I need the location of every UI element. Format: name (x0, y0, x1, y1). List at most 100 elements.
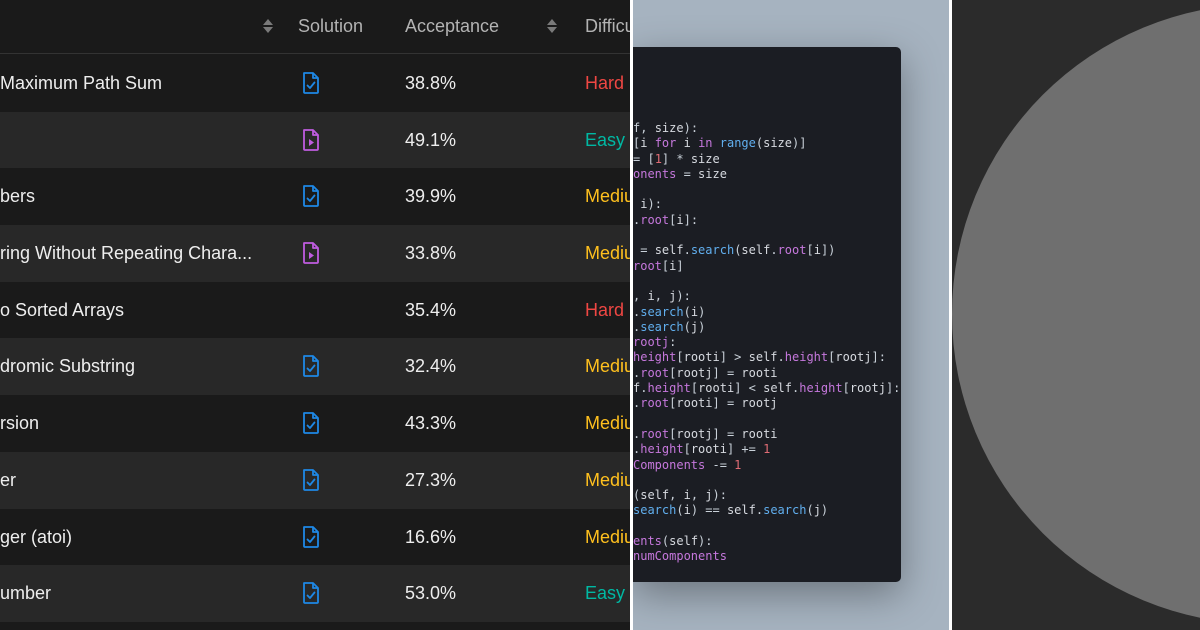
decorative-circle (952, 4, 1200, 624)
column-header-acceptance[interactable]: Acceptance (405, 16, 499, 37)
code-token: ( (806, 503, 814, 518)
table-row[interactable]: ring Without Repeating Chara... 33.8% Medi… (0, 225, 630, 282)
code-token: root (640, 212, 670, 227)
article-solution-icon[interactable] (301, 354, 321, 378)
code-token: self (669, 534, 699, 549)
code-token: rooti (690, 442, 727, 457)
code-token: ents (633, 534, 662, 549)
code-token: ] * (661, 151, 691, 166)
code-token: root (633, 258, 662, 273)
video-solution-icon[interactable] (301, 241, 321, 265)
sort-icon[interactable] (546, 17, 558, 35)
code-line: Components -= 1 (633, 458, 900, 473)
article-solution-icon[interactable] (301, 581, 321, 605)
code-token: root (640, 365, 670, 380)
code-token: ]: (683, 212, 699, 227)
problem-title[interactable]: umber (0, 583, 280, 604)
article-solution-icon[interactable] (301, 184, 321, 208)
acceptance-rate: 33.8% (405, 243, 457, 264)
table-row[interactable]: ger (atoi) 16.6% Mediu (0, 509, 630, 566)
code-token: rootj (835, 350, 872, 365)
video-solution-icon[interactable] (301, 128, 321, 152)
code-token: , (654, 289, 670, 304)
table-row[interactable]: umber 53.0% Easy (0, 565, 630, 622)
code-token: search (690, 243, 735, 258)
code-token: , (690, 488, 706, 503)
code-token: ): (712, 488, 727, 503)
table-row[interactable]: rsion 43.3% Mediu (0, 395, 630, 452)
difficulty-label: Mediu (585, 186, 630, 207)
code-panel: f, size): [i for i in range(size)] = [1] *… (633, 0, 949, 630)
article-solution-icon[interactable] (301, 411, 321, 435)
table-row[interactable]: 49.1% Easy (0, 111, 630, 169)
table-row[interactable]: Maximum Path Sum 38.8% Hard (0, 55, 630, 112)
difficulty-label: Easy (585, 583, 626, 604)
code-line: ents(self): (633, 534, 900, 549)
code-token: 1 (654, 151, 662, 166)
code-token: ]) (820, 243, 836, 258)
problem-title[interactable]: o Sorted Arrays (0, 300, 280, 321)
code-token: i (676, 136, 699, 151)
code-token: ( (676, 503, 684, 518)
code-token: ) (820, 503, 829, 518)
code-token: j (705, 488, 713, 503)
difficulty-label: Hard (585, 73, 625, 93)
code-line: .root[rooti] = rootj (633, 396, 900, 411)
code-token: ] = (712, 426, 742, 441)
sort-icon[interactable] (262, 17, 274, 35)
code-token: i (813, 243, 821, 258)
code-line: = [1] * size (633, 152, 900, 167)
article-solution-icon[interactable] (301, 525, 321, 549)
code-token: ): (698, 534, 713, 549)
acceptance-rate: 53.0% (405, 583, 457, 604)
code-line: root[i] (633, 259, 900, 274)
article-solution-icon[interactable] (301, 71, 321, 95)
acceptance-rate: 38.8% (405, 73, 457, 93)
code-token: = (633, 243, 655, 258)
problem-title[interactable]: rsion (0, 413, 280, 434)
table-row[interactable]: bers 39.9% Mediu (0, 168, 630, 225)
article-solution-icon[interactable] (301, 468, 321, 492)
code-token: search (763, 503, 807, 518)
code-line: height[rooti] > self.height[rootj]: (633, 350, 900, 365)
table-row[interactable]: er 27.3% Mediu (0, 451, 630, 509)
problem-title[interactable]: dromic Substring (0, 356, 280, 377)
code-token: f, (633, 121, 655, 135)
code-line: = self.search(self.root[i]) (633, 243, 900, 258)
code-line: rootj: (633, 335, 900, 350)
problem-title[interactable]: bers (0, 186, 280, 207)
code-token: . (777, 350, 785, 365)
code-token: . (755, 503, 764, 518)
code-line: f, size): (633, 121, 900, 136)
column-header-difficulty[interactable]: Difficu (585, 16, 630, 37)
column-header-solution[interactable]: Solution (298, 16, 363, 37)
code-token: ] > (719, 350, 749, 365)
code-line: .root[rootj] = rooti (633, 366, 900, 381)
problem-list-panel: Solution Acceptance Difficu Maximum Path… (0, 0, 630, 630)
problem-title[interactable]: ger (atoi) (0, 527, 280, 548)
code-token: ): (676, 289, 691, 304)
acceptance-rate: 27.3% (405, 469, 457, 490)
code-line: , i, j): (633, 289, 900, 304)
problem-title[interactable]: er (0, 470, 280, 491)
code-token: height (633, 350, 677, 365)
table-row[interactable]: dromic Substring 32.4% Mediu (0, 338, 630, 396)
code-token: size (654, 121, 684, 135)
code-token: ]: (885, 381, 901, 396)
table-row[interactable]: o Sorted Arrays 35.4% Hard (0, 282, 630, 339)
code-line: .root[rootj] = rooti (633, 427, 900, 442)
code-token: [ (806, 243, 814, 258)
code-line: i): (633, 197, 900, 212)
problem-title[interactable]: Maximum Path Sum (0, 73, 280, 94)
problem-title[interactable]: ring Without Repeating Chara... (0, 243, 280, 264)
code-editor: f, size): [i for i in range(size)] = [1] *… (633, 47, 901, 582)
code-token: . (683, 243, 691, 258)
code-token: j (813, 503, 821, 518)
code-token: root (777, 243, 807, 258)
code-token: ] = (712, 396, 742, 411)
difficulty-label: Mediu (585, 243, 630, 264)
code-line: .search(j) (633, 320, 900, 335)
